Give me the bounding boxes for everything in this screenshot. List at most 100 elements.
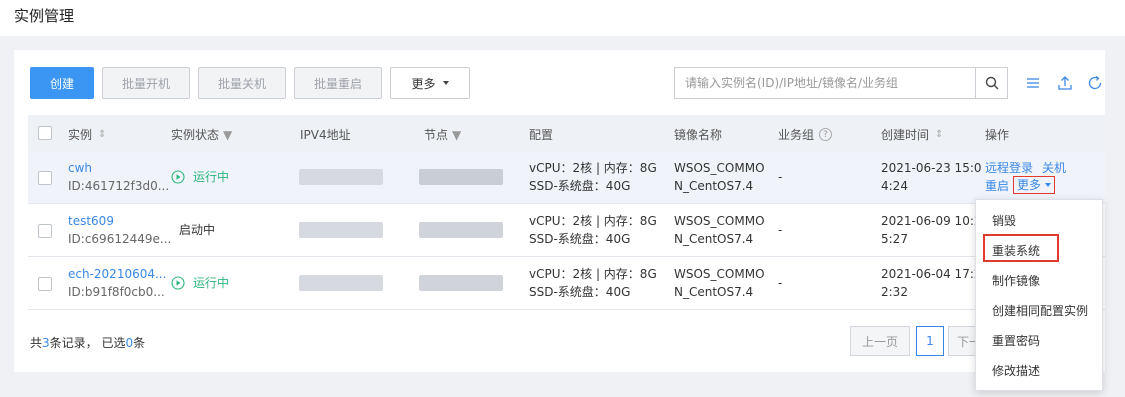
created-time-line1: 2021-06-09 10:2 [881, 214, 982, 228]
filter-icon: ▼ [223, 127, 233, 142]
refresh-icon [1088, 75, 1102, 90]
table-row: test609 ID:c69612449e... 启动中 vCPU：2核 | 内… [28, 204, 1105, 257]
image-name-line2: N_CentOS7.4 [674, 179, 754, 193]
col-ipv4: IPV4地址 [300, 128, 351, 142]
batch-stop-button[interactable]: 批量关机 [198, 67, 286, 99]
play-circle-icon [171, 276, 185, 290]
search-button[interactable] [975, 68, 1007, 98]
col-node-label: 节点 [424, 128, 449, 142]
summary-mid: 条记录， 已选 [49, 336, 126, 350]
instance-card: 创建 批量开机 批量关机 批量重启 更多 实例⇕ 实例状态▼ IPV4地址 节点… [14, 50, 1105, 372]
more-button[interactable]: 更多 [390, 67, 470, 99]
instance-id: ID:c69612449e... [68, 232, 172, 246]
status-label: 启动中 [179, 223, 216, 237]
help-icon[interactable]: ? [819, 128, 833, 141]
config-cpu-mem: vCPU：2核 | 内存：8G [529, 214, 657, 228]
status-badge: 运行中 [171, 167, 229, 187]
created-time-line1: 2021-06-23 15:0 [881, 161, 982, 175]
config-disk: SSD-系统盘：40G [529, 285, 631, 299]
list-settings-button[interactable] [1024, 74, 1042, 92]
image-name-line2: N_CentOS7.4 [674, 232, 754, 246]
page-1-button[interactable]: 1 [916, 326, 944, 356]
col-status[interactable]: 实例状态 ▼ [171, 126, 232, 143]
restart-link[interactable]: 重启 [985, 176, 1009, 196]
config-disk: SSD-系统盘：40G [529, 179, 631, 193]
menu-item-clone-config[interactable]: 创建相同配置实例 [992, 302, 1088, 319]
status-label: 运行中 [193, 170, 230, 184]
col-group: 业务组? [778, 126, 833, 143]
row-more-button[interactable]: 更多 [1013, 176, 1056, 194]
node-redacted [419, 222, 503, 238]
export-button[interactable] [1056, 74, 1074, 92]
status-badge: 运行中 [171, 273, 229, 293]
prev-page-button[interactable]: 上一页 [850, 326, 910, 356]
more-button-label: 更多 [411, 76, 436, 91]
batch-restart-button[interactable]: 批量重启 [294, 67, 382, 99]
status-label: 运行中 [193, 276, 230, 290]
created-time-line1: 2021-06-04 17:2 [881, 267, 982, 281]
created-time-line2: 4:24 [881, 179, 908, 193]
row-more-dropdown: 销毁 重装系统 制作镜像 创建相同配置实例 重置密码 修改描述 [975, 199, 1103, 391]
business-group: - [778, 223, 783, 237]
col-config: 配置 [529, 128, 554, 142]
config-cpu-mem: vCPU：2核 | 内存：8G [529, 161, 657, 175]
selected-count: 0 [125, 336, 134, 350]
ip-address-redacted [299, 169, 383, 185]
row-checkbox[interactable] [38, 277, 52, 291]
row-checkbox[interactable] [38, 224, 52, 238]
refresh-button[interactable] [1086, 74, 1104, 92]
create-button[interactable]: 创建 [30, 67, 94, 99]
sort-icon: ⇕ [98, 129, 107, 140]
shutdown-link[interactable]: 关机 [1042, 158, 1066, 178]
ip-address-redacted [299, 275, 383, 291]
total-count: 3 [42, 336, 50, 350]
menu-item-reinstall-system[interactable]: 重装系统 [992, 242, 1040, 259]
menu-item-edit-description[interactable]: 修改描述 [992, 362, 1040, 379]
chevron-down-icon [442, 81, 449, 85]
instance-name-link[interactable]: test609 [68, 211, 114, 231]
col-instance-label: 实例 [68, 128, 93, 142]
chevron-down-icon [1045, 183, 1052, 187]
col-status-label: 实例状态 [171, 128, 220, 142]
menu-item-destroy[interactable]: 销毁 [992, 212, 1016, 229]
row-more-label: 更多 [1017, 178, 1042, 192]
remote-login-link[interactable]: 远程登录 [985, 158, 1033, 178]
config-cpu-mem: vCPU：2核 | 内存：8G [529, 267, 657, 281]
col-image: 镜像名称 [674, 128, 723, 142]
image-name-line1: WSOS_COMMO [674, 161, 765, 175]
business-group: - [778, 170, 783, 184]
batch-start-button[interactable]: 批量开机 [102, 67, 190, 99]
record-summary: 共3条记录， 已选0条 [30, 334, 145, 351]
page-title: 实例管理 [14, 7, 75, 25]
play-circle-icon [171, 170, 185, 184]
business-group: - [778, 276, 783, 290]
col-actions: 操作 [985, 128, 1010, 142]
col-node[interactable]: 节点 ▼ [424, 126, 461, 143]
col-created[interactable]: 创建时间 ⇕ [881, 126, 943, 143]
filter-icon: ▼ [452, 127, 462, 142]
search-input[interactable] [675, 68, 975, 98]
summary-prefix: 共 [30, 336, 43, 350]
search-icon [985, 76, 998, 90]
menu-item-create-image[interactable]: 制作镜像 [992, 272, 1040, 289]
row-checkbox[interactable] [38, 171, 52, 185]
status-badge: 启动中 [179, 220, 215, 240]
list-settings-icon [1027, 78, 1039, 88]
node-redacted [419, 275, 503, 291]
col-created-label: 创建时间 [881, 128, 930, 142]
select-all-checkbox[interactable] [38, 126, 52, 140]
config-disk: SSD-系统盘：40G [529, 232, 631, 246]
sort-icon: ⇕ [935, 129, 944, 140]
col-group-label: 业务组 [778, 128, 815, 142]
instance-name-link[interactable]: ech-20210604... [68, 264, 166, 284]
node-redacted [419, 169, 503, 185]
table-header: 实例 ⇕ 实例状态 ▼ IPV4地址 节点 ▼ 配置 镜像名称 业务组? 创建时间 ⇕ … [28, 115, 1105, 151]
menu-item-reset-password[interactable]: 重置密码 [992, 332, 1040, 349]
table-row: ech-20210604... ID:b91f8f0cb0... 运行中 vCP… [28, 257, 1105, 310]
created-time-line2: 5:27 [881, 232, 908, 246]
instance-name-link[interactable]: cwh [68, 158, 92, 178]
col-instance[interactable]: 实例 ⇕ [68, 126, 106, 143]
table-row: cwh ID:461712f3d0... 运行中 vCPU：2核 | 内存：8G… [28, 151, 1105, 204]
image-name-line1: WSOS_COMMO [674, 214, 765, 228]
image-name-line2: N_CentOS7.4 [674, 285, 754, 299]
